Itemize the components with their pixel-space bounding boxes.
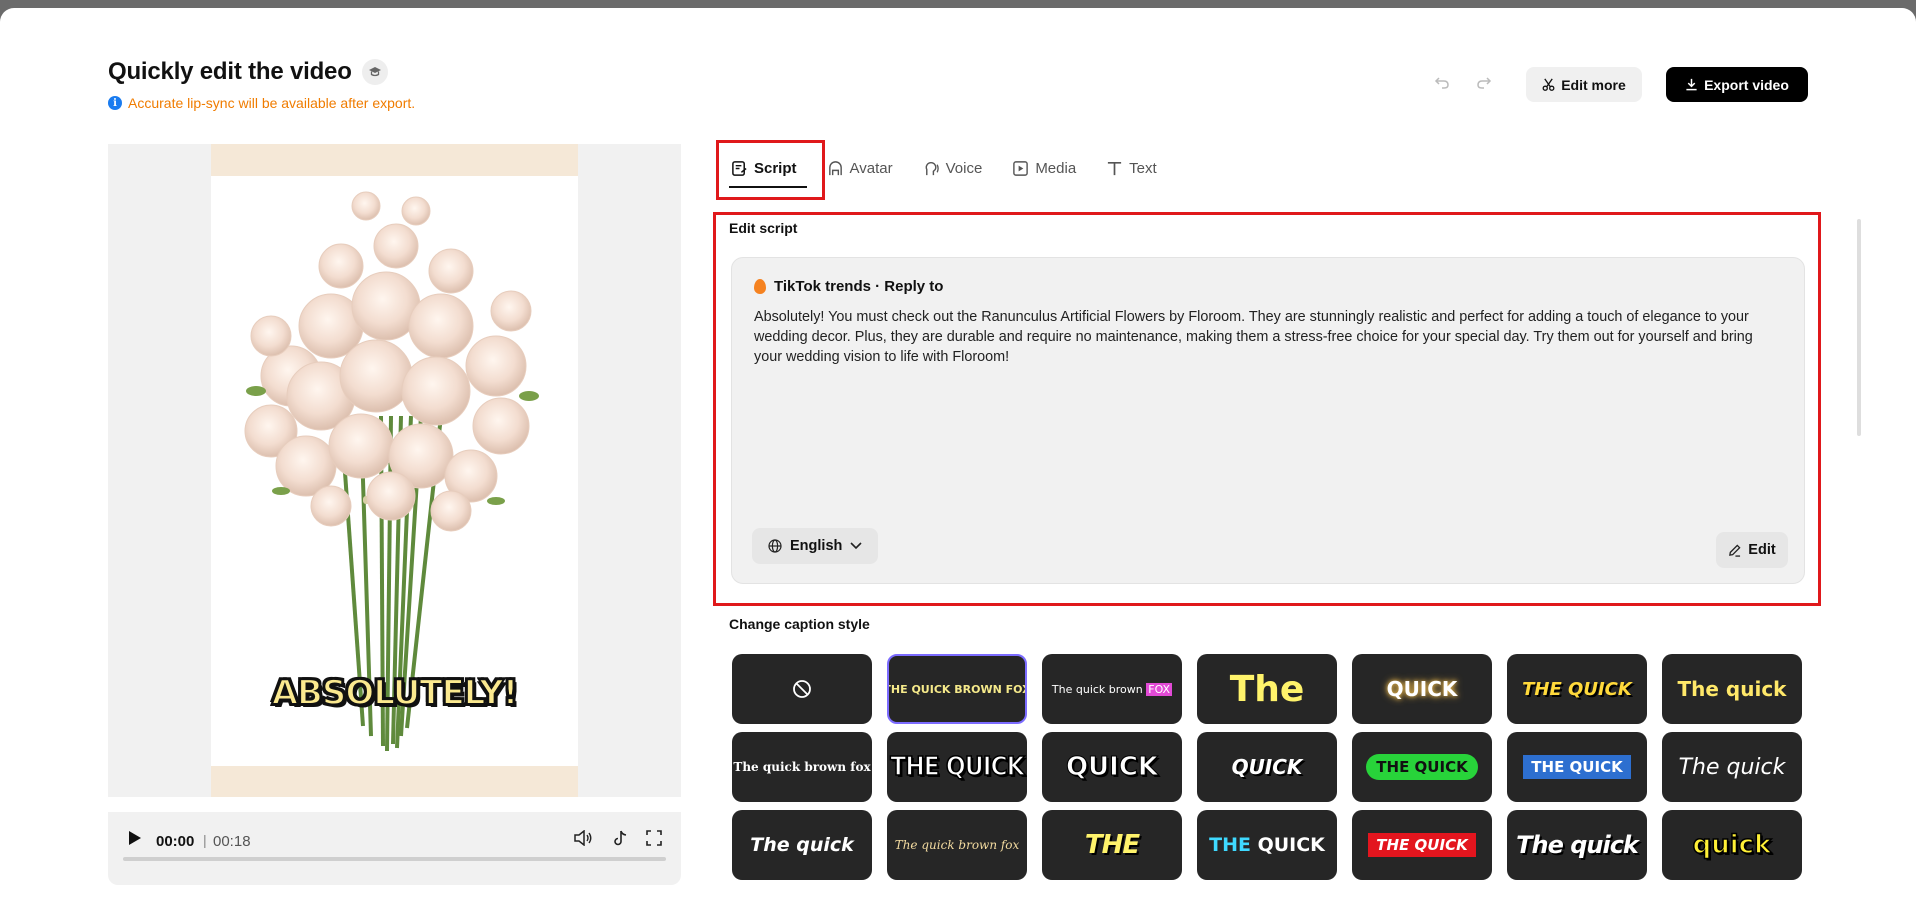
video-preview: ABSOLUTELY! xyxy=(108,144,681,797)
scissors-icon xyxy=(1542,78,1555,91)
caption-style-text: quick xyxy=(1692,829,1772,861)
caption-style-text: THE QUICK xyxy=(1522,678,1632,700)
avatar-icon xyxy=(828,160,842,175)
caption-style-text: THE QUICK xyxy=(1368,833,1476,857)
caption-style-tile[interactable]: THE QUICK xyxy=(887,732,1027,802)
tab-text[interactable]: Text xyxy=(1091,140,1172,196)
play-icon[interactable] xyxy=(128,830,142,851)
caption-style-tile[interactable]: THE QUICK xyxy=(1352,732,1492,802)
tab-media[interactable]: Media xyxy=(997,140,1091,196)
caption-style-text: The quick brown FOX xyxy=(1051,682,1173,696)
tiktok-icon[interactable] xyxy=(612,830,628,852)
caption-style-text: The xyxy=(1229,668,1305,710)
caption-style-tile[interactable]: quick xyxy=(1662,810,1802,880)
current-time: 00:00 xyxy=(156,833,195,850)
highlight-box-script xyxy=(713,212,1821,606)
caption-style-text: The quick brown fox xyxy=(733,760,871,774)
tab-label: Avatar xyxy=(849,159,893,177)
page-title: Quickly edit the video xyxy=(108,58,388,86)
undo-icon[interactable] xyxy=(1434,74,1450,95)
video-player-controls: 00:00 | 00:18 xyxy=(108,812,681,885)
time-separator: | xyxy=(203,832,207,848)
caption-style-text: QUICK xyxy=(1231,755,1303,779)
info-icon: i xyxy=(108,96,122,110)
caption-style-text: The quick xyxy=(1677,677,1787,701)
notice-text: Accurate lip-sync will be available afte… xyxy=(128,95,416,111)
caption-style-text: THE QUICK xyxy=(1523,755,1631,779)
no-caption-icon xyxy=(793,680,811,698)
caption-style-tile[interactable]: The quick brown fox xyxy=(732,732,872,802)
video-frame: ABSOLUTELY! xyxy=(211,144,578,797)
caption-style-tile[interactable]: The quick brown FOX xyxy=(1042,654,1182,724)
caption-style-text: The quick xyxy=(1678,754,1786,780)
edit-more-button[interactable]: Edit more xyxy=(1526,67,1642,102)
caption-style-tile[interactable]: The quick brown fox xyxy=(887,810,1027,880)
caption-style-text: The quick brown fox xyxy=(894,838,1020,852)
caption-style-text: The quick xyxy=(1516,831,1639,859)
tab-label: Voice xyxy=(945,159,983,177)
media-icon xyxy=(1013,160,1029,176)
caption-style-text: THE xyxy=(1084,830,1140,860)
tab-voice[interactable]: Voice xyxy=(908,140,998,196)
voice-icon xyxy=(925,161,939,175)
caption-style-tile[interactable]: The quick xyxy=(1507,810,1647,880)
caption-style-text: THE QUICK xyxy=(889,751,1025,783)
scrollbar[interactable] xyxy=(1857,219,1861,436)
download-icon xyxy=(1686,78,1697,91)
caption-style-none[interactable] xyxy=(732,654,872,724)
caption-style-grid: THE QUICK BROWN FOX The quick brown FOX Th… xyxy=(732,654,1806,898)
redo-icon[interactable] xyxy=(1476,74,1492,95)
edit-more-label: Edit more xyxy=(1561,76,1626,93)
caption-style-tile[interactable]: The quick xyxy=(1662,732,1802,802)
lip-sync-notice: i Accurate lip-sync will be available af… xyxy=(108,95,415,111)
highlight-box-tab xyxy=(716,140,825,200)
tab-label: Media xyxy=(1035,159,1077,177)
caption-style-tile[interactable]: The quick xyxy=(1662,654,1802,724)
caption-style-highlight-word: FOX xyxy=(1146,682,1173,696)
caption-style-text: QUICK xyxy=(1386,677,1458,701)
caption-style-tile[interactable]: The quick xyxy=(732,810,872,880)
caption-style-text: THE QUICK BROWN FOX xyxy=(887,682,1027,696)
editor-modal: Quickly edit the video i Accurate lip-sy… xyxy=(0,8,1916,898)
caption-style-text: THE QUICK xyxy=(1366,754,1478,780)
caption-style-tile[interactable]: THE QUICK xyxy=(1352,810,1492,880)
tab-label: Text xyxy=(1129,159,1157,177)
caption-style-highlight-word: THE xyxy=(1209,834,1251,856)
caption-style-tile[interactable]: THE QUICK BROWN FOX xyxy=(887,654,1027,724)
progress-bar[interactable] xyxy=(123,857,666,861)
caption-style-text: The quick xyxy=(750,834,854,856)
caption-style-text: THE QUICK xyxy=(1209,834,1325,856)
duration: 00:18 xyxy=(213,833,251,850)
graduation-cap-icon[interactable] xyxy=(361,59,388,85)
caption-style-heading: Change caption style xyxy=(729,616,870,632)
export-label: Export video xyxy=(1704,76,1789,93)
tab-avatar[interactable]: Avatar xyxy=(812,140,908,196)
caption-style-tile[interactable]: THE QUICK xyxy=(1507,654,1647,724)
page-title-text: Quickly edit the video xyxy=(108,58,352,85)
fullscreen-icon[interactable] xyxy=(646,830,662,851)
caption-style-text: QUICK xyxy=(1065,752,1159,783)
caption-style-tile[interactable]: THE QUICK xyxy=(1507,732,1647,802)
caption-style-tile[interactable]: QUICK xyxy=(1197,732,1337,802)
text-icon xyxy=(1108,161,1122,175)
caption-style-tile[interactable]: The xyxy=(1197,654,1337,724)
caption-style-tile[interactable]: THE QUICK xyxy=(1197,810,1337,880)
export-video-button[interactable]: Export video xyxy=(1666,67,1808,102)
caption-style-tile[interactable]: QUICK xyxy=(1352,654,1492,724)
caption-style-tile[interactable]: QUICK xyxy=(1042,732,1182,802)
volume-icon[interactable] xyxy=(574,829,592,851)
caption-style-tile[interactable]: THE xyxy=(1042,810,1182,880)
preview-caption: ABSOLUTELY! xyxy=(271,672,520,714)
